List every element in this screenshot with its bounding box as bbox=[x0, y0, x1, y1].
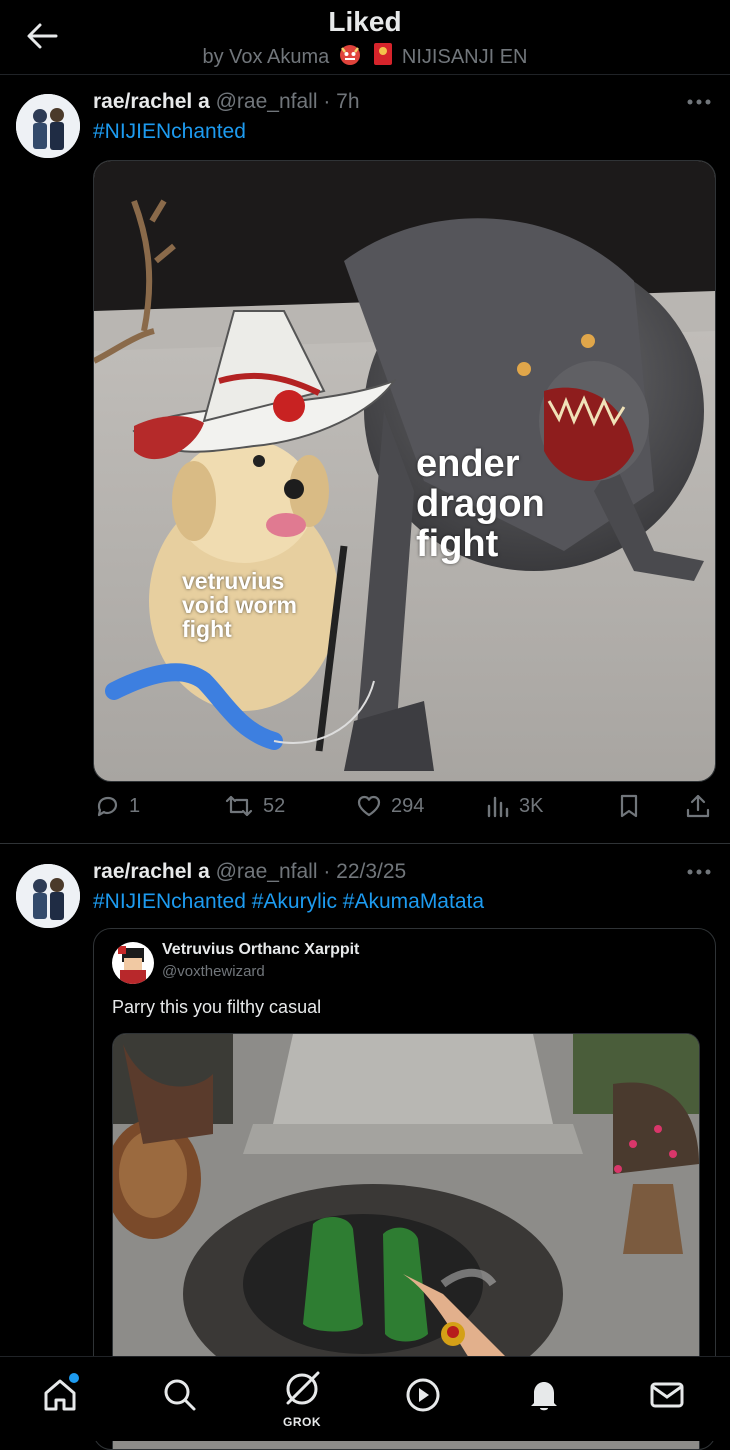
meme-image bbox=[94, 161, 715, 781]
notifications-icon bbox=[531, 1382, 557, 1411]
tweet-time: · 22/3/25 bbox=[323, 860, 407, 883]
views-chart-icon bbox=[487, 796, 509, 818]
bookmark-icon bbox=[620, 794, 638, 818]
reply-button[interactable]: 1 bbox=[93, 790, 140, 822]
subtitle-suffix: NIJISANJI EN bbox=[401, 46, 528, 68]
heart-icon bbox=[357, 795, 381, 817]
share-icon bbox=[686, 794, 710, 818]
tweet-time: · 7h bbox=[323, 90, 360, 113]
reply-icon bbox=[97, 796, 118, 817]
home-notification-dot bbox=[69, 1373, 79, 1383]
bookmark-button[interactable] bbox=[616, 790, 650, 822]
tab-grok[interactable] bbox=[280, 1367, 324, 1411]
repost-button[interactable]: 52 bbox=[223, 790, 285, 822]
repost-icon bbox=[225, 795, 253, 817]
share-button[interactable] bbox=[684, 790, 720, 822]
avatar[interactable] bbox=[16, 94, 80, 158]
top-bar: Liked by Vox Akuma NIJISANJI EN bbox=[0, 0, 730, 75]
more-options-icon[interactable] bbox=[686, 98, 712, 106]
messages-icon bbox=[650, 1382, 684, 1408]
repost-count: 52 bbox=[263, 794, 286, 817]
author-name[interactable]: rae/rachel a bbox=[93, 90, 210, 113]
meme-caption-left: vetruvius void worm fight bbox=[182, 568, 298, 643]
views-button[interactable]: 3K bbox=[485, 790, 543, 822]
tweet-image[interactable]: ender dragon fight vetruvius void worm f… bbox=[93, 160, 716, 782]
tab-messages[interactable] bbox=[645, 1373, 689, 1417]
tweet[interactable]: rae/rachel a @rae_nfall · 7h #NIJIENchan… bbox=[0, 74, 730, 844]
author-handle[interactable]: @rae_nfall bbox=[216, 860, 318, 883]
meme-caption-right-line: ender bbox=[416, 443, 520, 485]
grok-icon bbox=[286, 1371, 320, 1405]
tweet-author-row: rae/rachel a @rae_nfall · 7h bbox=[93, 90, 360, 114]
meme-caption-left-line: vetruvius bbox=[182, 568, 285, 594]
quoted-author-handle: @voxthewizard bbox=[162, 963, 265, 980]
bottom-tab-bar: GROK bbox=[0, 1356, 730, 1441]
subtitle-prefix: by Vox Akuma bbox=[202, 46, 330, 68]
tweet-hashtags[interactable]: #NIJIENchanted #Akurylic #AkumaMatata bbox=[93, 890, 484, 914]
tweet-hashtags[interactable]: #NIJIENchanted bbox=[93, 120, 246, 144]
grok-tab-label: GROK bbox=[283, 1415, 321, 1429]
search-icon bbox=[164, 1379, 196, 1411]
demon-emoji-icon bbox=[338, 42, 362, 72]
author-name[interactable]: rae/rachel a bbox=[93, 860, 210, 883]
meme-caption-left-line: void worm bbox=[182, 592, 298, 619]
page-subtitle: by Vox Akuma NIJISANJI EN bbox=[0, 42, 730, 72]
meme-caption-left-line: fight bbox=[182, 616, 232, 643]
quoted-avatar bbox=[112, 942, 154, 984]
red-envelope-emoji-icon bbox=[373, 42, 393, 72]
tweet-author-row: rae/rachel a @rae_nfall · 22/3/25 bbox=[93, 860, 406, 884]
tab-notifications[interactable] bbox=[522, 1373, 566, 1417]
meme-caption-right-line: fight bbox=[416, 522, 499, 565]
views-count: 3K bbox=[519, 794, 544, 817]
meme-caption-right: ender dragon fight bbox=[416, 443, 545, 565]
like-button[interactable]: 294 bbox=[355, 790, 424, 822]
tab-video[interactable] bbox=[401, 1373, 445, 1417]
page-title: Liked bbox=[328, 6, 402, 37]
author-handle[interactable]: @rae_nfall bbox=[216, 90, 318, 113]
meme-caption-right-line: dragon bbox=[416, 482, 545, 525]
like-count: 294 bbox=[391, 794, 425, 817]
tab-search[interactable] bbox=[158, 1373, 202, 1417]
video-icon bbox=[406, 1378, 440, 1412]
more-options-icon[interactable] bbox=[686, 868, 712, 876]
tweet-actions: 1 52 294 3K bbox=[93, 790, 714, 822]
quoted-tweet-text: Parry this you filthy casual bbox=[112, 997, 322, 1017]
avatar[interactable] bbox=[16, 864, 80, 928]
quoted-author-name: Vetruvius Orthanc Xarppit bbox=[162, 941, 360, 958]
reply-count: 1 bbox=[129, 794, 141, 817]
